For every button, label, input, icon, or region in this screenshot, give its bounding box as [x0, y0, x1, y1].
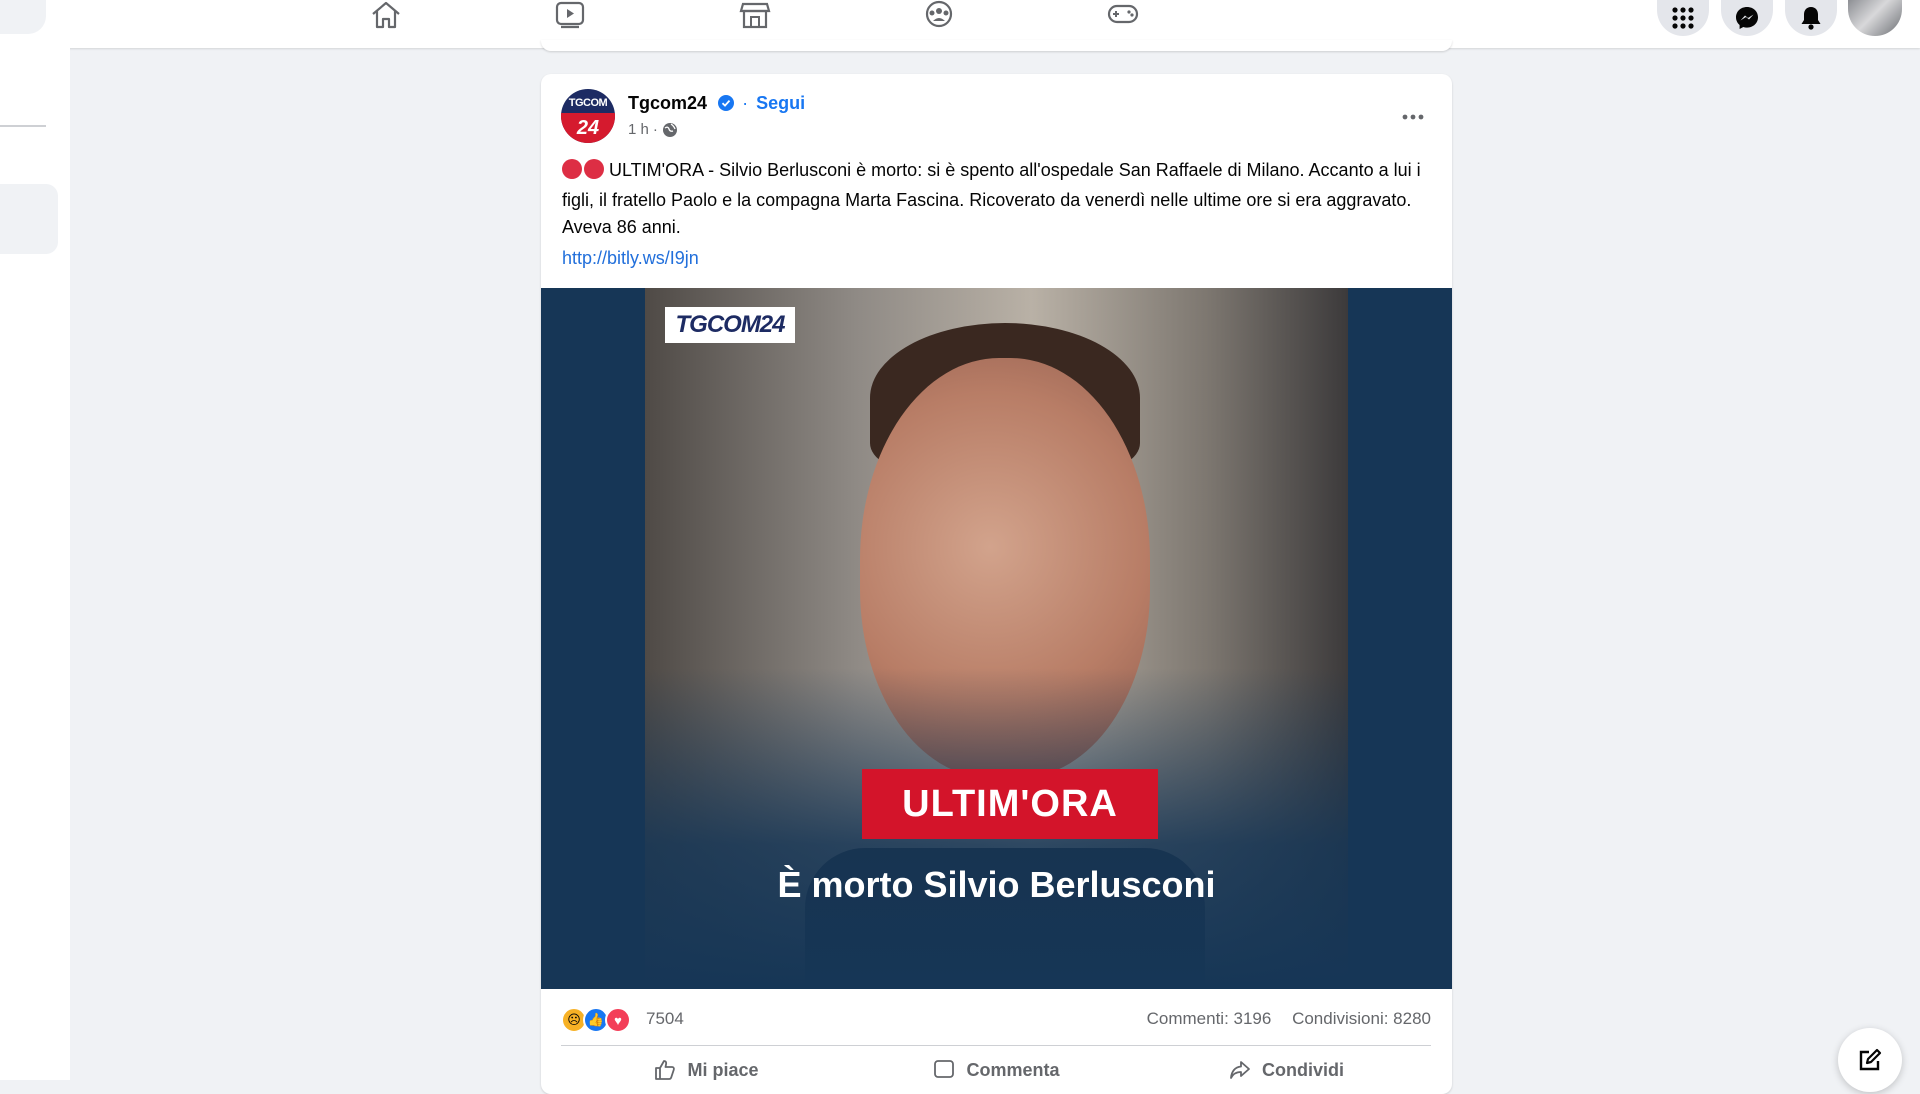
- post-meta: 1 h ·: [628, 121, 678, 138]
- reactions-row: ☹ 👍 ♥ 7504 Commenti: 3196 Condivisioni: …: [561, 1004, 1431, 1034]
- messenger-icon[interactable]: [1721, 0, 1773, 36]
- profile-avatar[interactable]: [1848, 0, 1902, 36]
- page-name[interactable]: Tgcom24: [628, 93, 707, 113]
- red-circle-emoji-icon: [562, 159, 606, 187]
- globe-icon: [662, 122, 677, 137]
- home-icon[interactable]: [366, 0, 406, 30]
- marketplace-icon[interactable]: [735, 0, 775, 30]
- image-headline: È morto Silvio Berlusconi: [777, 864, 1216, 905]
- actions-divider: [561, 1045, 1431, 1046]
- search-button[interactable]: [0, 0, 46, 34]
- name-separator: ·: [742, 93, 749, 113]
- post-stats: Commenti: 3196 Condivisioni: 8280: [1131, 1009, 1431, 1029]
- avatar-label-top: TGCOM: [568, 97, 608, 109]
- follow-button[interactable]: Segui: [756, 93, 805, 113]
- thumbs-up-icon: [655, 1060, 676, 1080]
- page-avatar[interactable]: TGCOM 24: [561, 89, 615, 143]
- meta-separator: ·: [652, 121, 658, 138]
- like-button[interactable]: Mi piace: [561, 1050, 851, 1090]
- comment-label: Commenta: [966, 1059, 1060, 1080]
- post-actions: Mi piace Commenta Condividi: [561, 1050, 1431, 1090]
- verified-badge-icon: [718, 95, 735, 111]
- sidebar-divider: [0, 125, 46, 127]
- shares-count[interactable]: Condivisioni: 8280: [1292, 1009, 1431, 1028]
- watch-icon[interactable]: [550, 0, 590, 30]
- more-options-icon[interactable]: [1395, 99, 1431, 135]
- gaming-icon[interactable]: [1103, 0, 1143, 30]
- groups-icon[interactable]: [919, 0, 959, 30]
- reaction-icons[interactable]: ☹ 👍 ♥: [561, 1007, 631, 1033]
- share-button[interactable]: Condividi: [1141, 1050, 1431, 1090]
- breaking-news-badge: ULTIM'ORA: [862, 769, 1158, 839]
- notifications-icon[interactable]: [1785, 0, 1837, 36]
- left-sidebar: [0, 48, 70, 1080]
- post-image[interactable]: TGCOM24 ULTIM'ORA È morto Silvio Berlusc…: [541, 288, 1452, 989]
- post-card: TGCOM 24 Tgcom24 · Segui 1 h · ULTIM'ORA…: [541, 74, 1452, 1094]
- post-text: ULTIM'ORA - Silvio Berlusconi è morto: s…: [562, 157, 1422, 241]
- share-icon: [1230, 1061, 1250, 1079]
- page-name-row: Tgcom24 · Segui: [628, 93, 805, 114]
- post-timestamp[interactable]: 1 h: [628, 121, 649, 138]
- like-label: Mi piace: [687, 1059, 759, 1080]
- reaction-count[interactable]: 7504: [646, 1009, 684, 1029]
- new-message-button[interactable]: [1838, 1028, 1902, 1092]
- love-reaction-icon: ♥: [605, 1007, 631, 1033]
- post-header: TGCOM 24 Tgcom24 · Segui 1 h ·: [561, 89, 1431, 145]
- comment-icon: [934, 1060, 955, 1078]
- comments-count[interactable]: Commenti: 3196: [1147, 1009, 1272, 1028]
- previous-post-edge: [541, 40, 1452, 51]
- post-body: ULTIM'ORA - Silvio Berlusconi è morto: s…: [562, 160, 1421, 237]
- avatar-label-bottom: 24: [561, 113, 615, 143]
- comment-button[interactable]: Commenta: [851, 1050, 1141, 1090]
- share-label: Condividi: [1262, 1059, 1344, 1080]
- post-link[interactable]: http://bitly.ws/I9jn: [562, 248, 699, 269]
- tgcom24-logo: TGCOM24: [665, 307, 795, 343]
- sidebar-item[interactable]: [0, 184, 58, 254]
- compose-icon: [1859, 1048, 1882, 1071]
- menu-grid-icon[interactable]: [1657, 0, 1709, 36]
